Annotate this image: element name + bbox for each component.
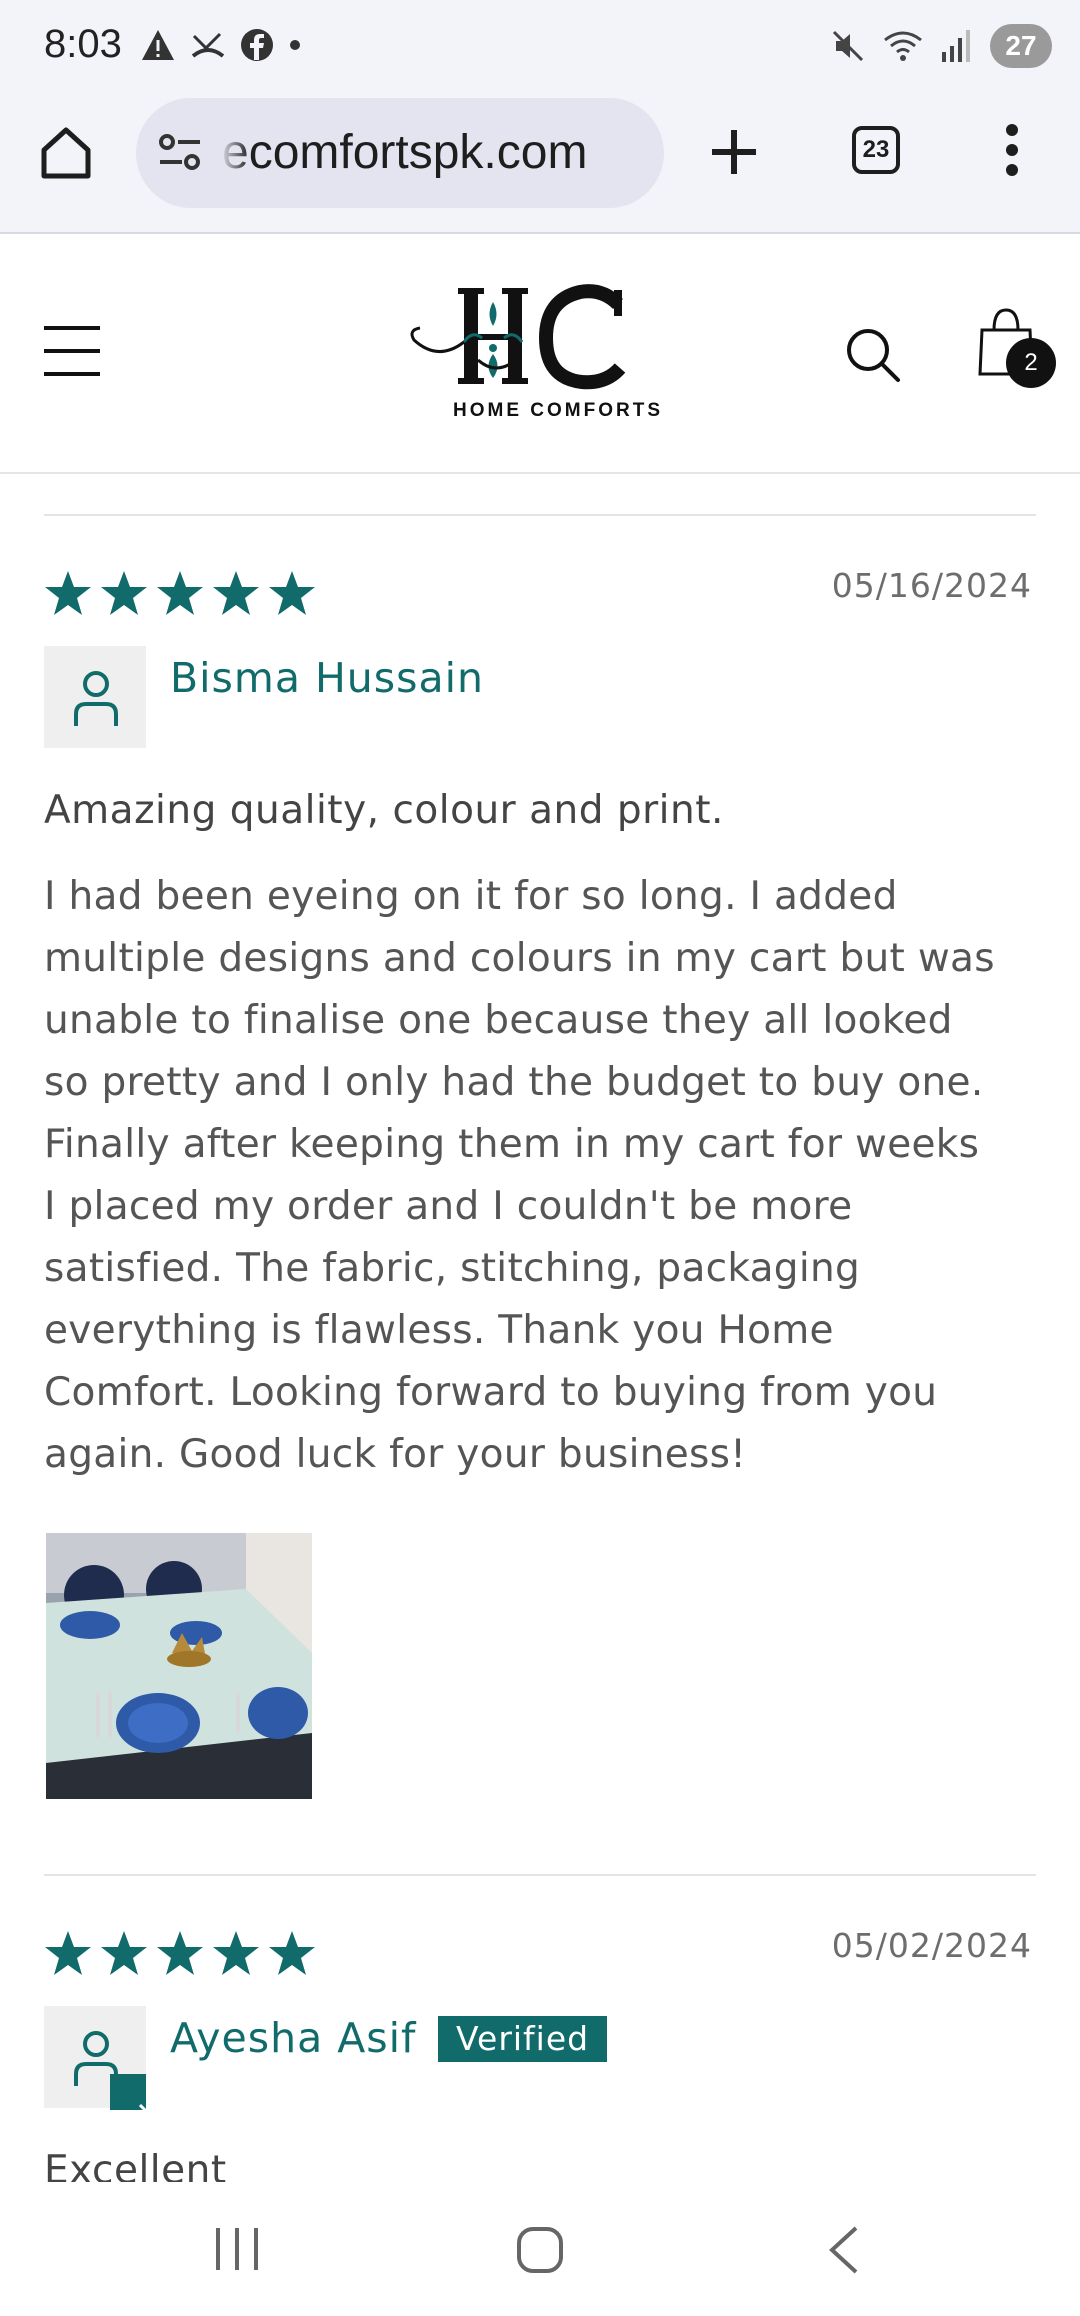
mute-icon: [832, 30, 864, 62]
back-icon[interactable]: [826, 2226, 860, 2274]
more-options-icon[interactable]: [1000, 122, 1024, 178]
review-body-line: multiple designs and colours in my cart …: [44, 936, 995, 981]
wifi-icon: [884, 31, 922, 61]
system-nav-bar: [0, 2182, 1080, 2316]
url-text: ecomfortspk.com: [222, 126, 588, 179]
new-tab-icon[interactable]: [708, 126, 760, 178]
review-body-line: satisfied. The fabric, stitching, packag…: [44, 1246, 861, 1291]
logo-wordmark: HOME COMFORTS: [453, 400, 663, 421]
star-icon: [45, 571, 91, 615]
home-button-icon[interactable]: [516, 2226, 564, 2274]
review-date: 05/02/2024: [831, 1926, 1032, 1965]
star-icon: [269, 1931, 315, 1975]
review-divider: [44, 1874, 1036, 1876]
star-icon: [157, 571, 203, 615]
site-header: HOME COMFORTS 2: [0, 234, 1080, 474]
star-icon: [213, 571, 259, 615]
review-body-line: I placed my order and I couldn't be more: [44, 1184, 853, 1229]
browser-toolbar: ecomfortspk.com 23: [0, 96, 1080, 234]
star-icon: [157, 1931, 203, 1975]
status-bar: 8:03 27: [0, 0, 1080, 96]
search-icon[interactable]: [844, 326, 902, 384]
recent-apps-icon[interactable]: [214, 2228, 260, 2270]
verified-badge: Verified: [438, 2016, 608, 2062]
user-icon: [74, 671, 118, 726]
tab-switcher-button[interactable]: 23: [852, 126, 900, 174]
table-setting-photo: [46, 1533, 312, 1799]
review-body-line: I had been eyeing on it for so long. I a…: [44, 874, 898, 919]
dot-icon: [290, 40, 300, 50]
cart-count-badge: 2: [1006, 338, 1056, 388]
review-body-line: so pretty and I only had the budget to b…: [44, 1060, 984, 1105]
home-comforts-logo[interactable]: [408, 282, 672, 394]
home-icon[interactable]: [38, 126, 94, 180]
star-rating: [44, 1930, 316, 1976]
review-divider: [44, 514, 1036, 516]
status-time: 8:03: [44, 22, 122, 66]
facebook-icon: [241, 29, 273, 61]
review-photo[interactable]: [46, 1533, 312, 1799]
review-body-line: Finally after keeping them in my cart fo…: [44, 1122, 980, 1167]
avatar: [44, 646, 146, 748]
review-body-line: Comfort. Looking forward to buying from …: [44, 1370, 938, 1415]
review-body-line: unable to finalise one because they all …: [44, 998, 953, 1043]
alert-icon: [142, 30, 174, 60]
address-bar[interactable]: ecomfortspk.com: [136, 98, 664, 208]
star-icon: [101, 571, 147, 615]
reviewer-name: Ayesha Asif: [170, 2014, 417, 2062]
review-body: I had been eyeing on it for so long. I a…: [44, 866, 1044, 1486]
verified-check-icon: [110, 2074, 160, 2114]
site-settings-icon[interactable]: [158, 134, 202, 172]
review-body-line: again. Good luck for your business!: [44, 1432, 747, 1477]
missed-call-icon: [191, 32, 225, 58]
star-icon: [101, 1931, 147, 1975]
star-icon: [213, 1931, 259, 1975]
review-body-line: everything is flawless. Thank you Home: [44, 1308, 834, 1353]
star-icon: [45, 1931, 91, 1975]
avatar: [44, 2006, 160, 2114]
star-icon: [269, 571, 315, 615]
review-title: Amazing quality, colour and print.: [44, 788, 724, 833]
signal-icon: [942, 30, 970, 62]
star-rating: [44, 570, 316, 616]
reviewer-name: Bisma Hussain: [170, 654, 485, 702]
hamburger-menu-icon[interactable]: [44, 326, 100, 376]
battery-icon: 27: [990, 24, 1052, 68]
review-date: 05/16/2024: [831, 566, 1032, 605]
